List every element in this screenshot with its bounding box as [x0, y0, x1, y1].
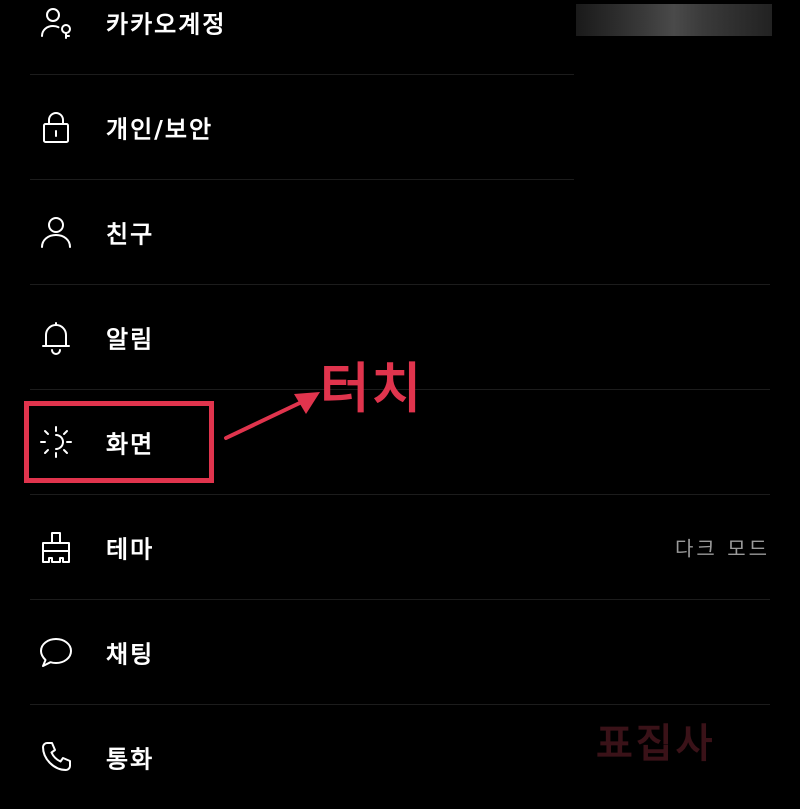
settings-item-chat[interactable]: 채팅	[30, 600, 770, 704]
settings-item-friends[interactable]: 친구	[30, 180, 770, 284]
lock-icon	[38, 109, 74, 145]
person-icon	[38, 214, 74, 250]
person-key-icon	[38, 4, 74, 40]
settings-item-label: 채팅	[106, 640, 155, 669]
settings-item-theme[interactable]: 테마 다크 모드	[30, 495, 770, 599]
settings-item-label: 테마	[106, 535, 155, 564]
highlight-box	[24, 401, 214, 483]
settings-item-label: 개인/보안	[106, 115, 214, 144]
arrow-icon	[224, 392, 320, 440]
settings-item-label: 통화	[106, 745, 155, 774]
settings-item-label: 알림	[106, 325, 155, 354]
settings-menu: 카카오계정 개인/보안 친구 알림 화면 테마 다크 모드 채팅 통화 터치 표…	[0, 0, 800, 801]
settings-item-privacy-security[interactable]: 개인/보안	[30, 75, 770, 179]
theme-value: 다크 모드	[675, 536, 770, 561]
brush-icon	[38, 529, 74, 565]
chat-bubble-icon	[38, 634, 74, 670]
watermark: 표집사	[596, 721, 716, 767]
bell-icon	[38, 319, 74, 355]
settings-item-kakao-account[interactable]: 카카오계정	[30, 0, 770, 74]
phone-icon	[38, 739, 74, 775]
touch-annotation: 터치	[320, 357, 424, 420]
settings-item-label: 카카오계정	[106, 10, 227, 39]
settings-item-label: 친구	[106, 220, 155, 249]
